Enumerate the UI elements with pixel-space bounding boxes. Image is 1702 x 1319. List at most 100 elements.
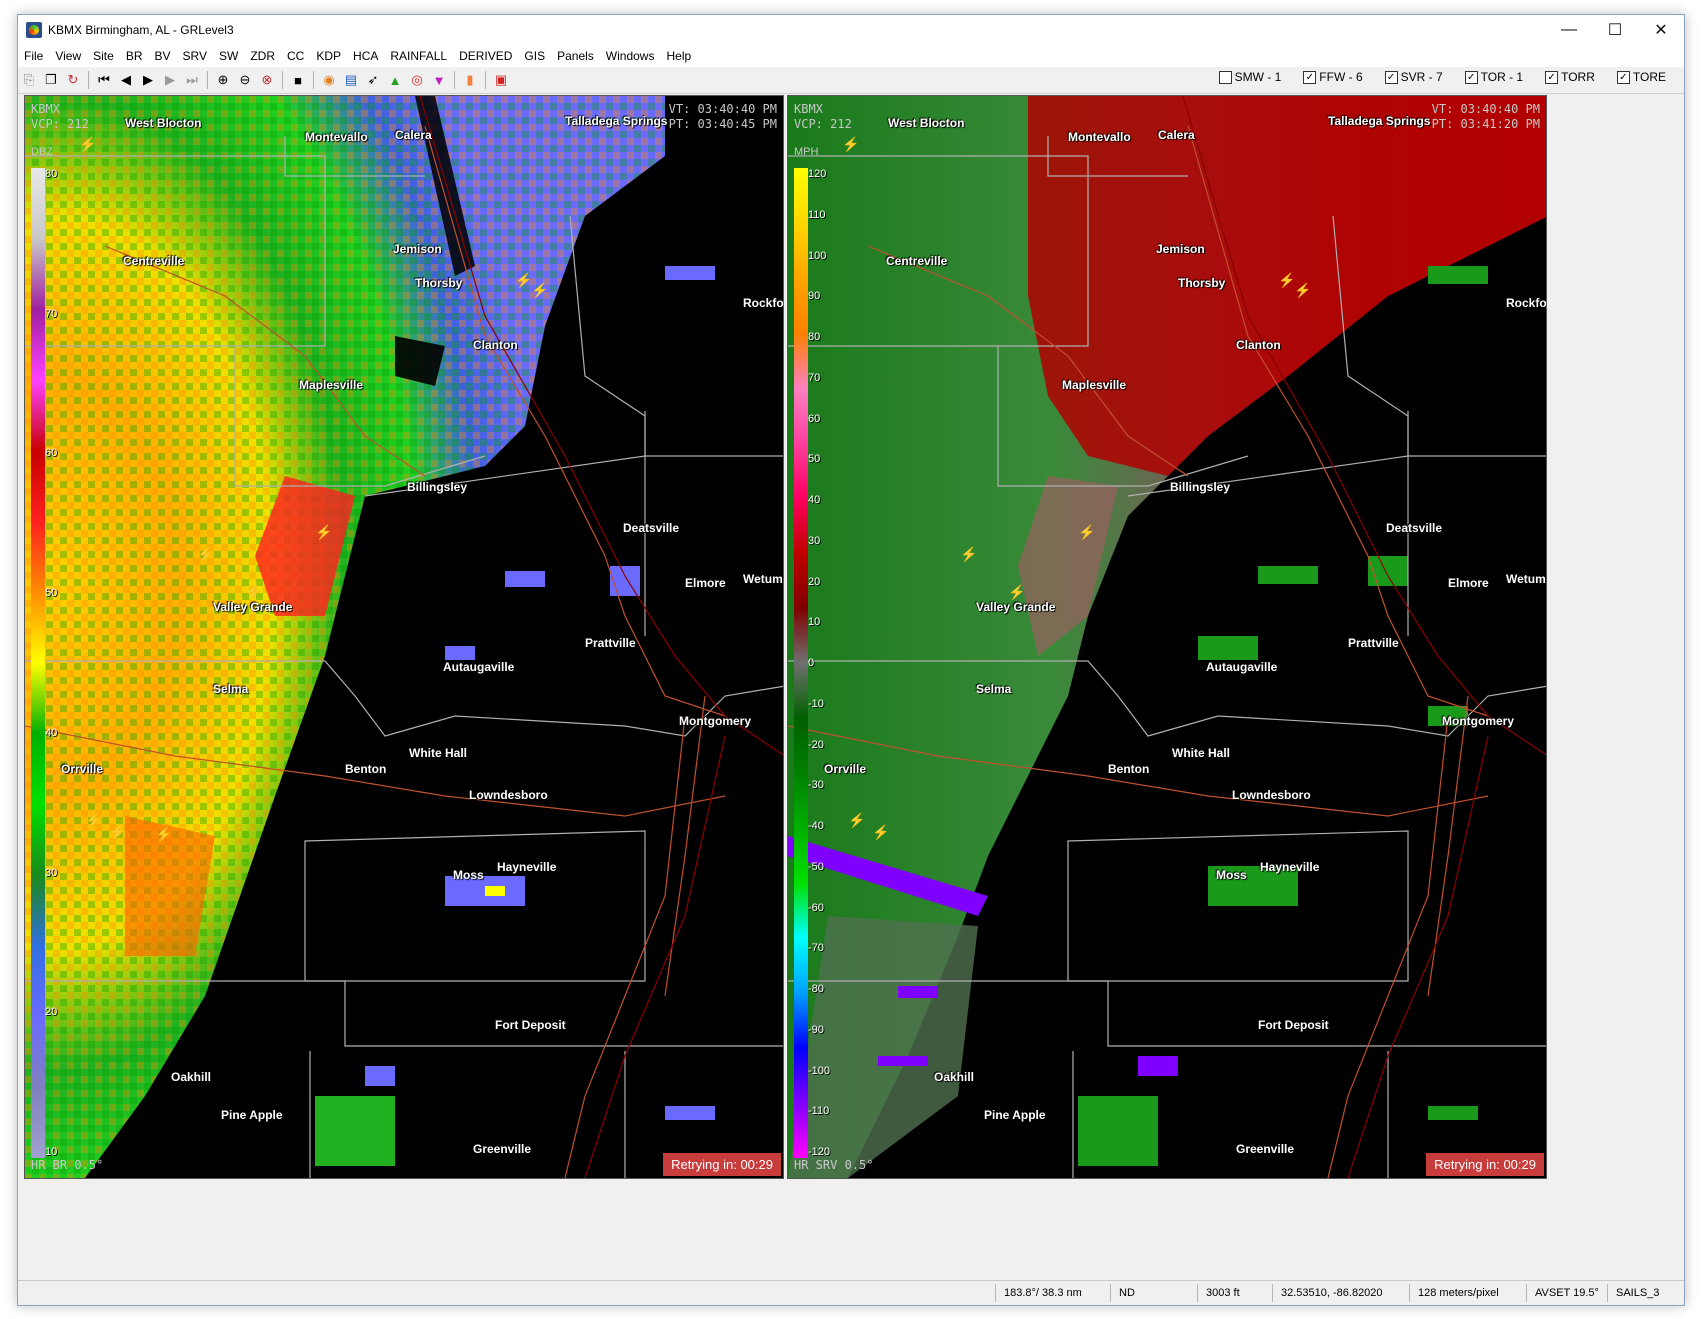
checkbox-checked-icon[interactable]: ✓ [1384, 70, 1398, 84]
warning-label: SMW - 1 [1234, 70, 1282, 84]
menu-zdr[interactable]: ZDR [244, 49, 281, 63]
warning-filter-tore[interactable]: ✓ TORE [1616, 70, 1666, 84]
city-label: Thorsby [1178, 276, 1226, 290]
menu-srv[interactable]: SRV [177, 49, 213, 63]
scale-tick-label: 50 [45, 587, 58, 600]
minimize-button[interactable]: — [1546, 15, 1592, 45]
stop-icon[interactable]: ■ [288, 70, 308, 90]
menu-windows[interactable]: Windows [600, 49, 661, 63]
scale-tick-label: 60 [808, 412, 821, 425]
menu-gis[interactable]: GIS [518, 49, 551, 63]
menu-derived[interactable]: DERIVED [453, 49, 518, 63]
city-label: Deatsville [623, 521, 680, 535]
menu-help[interactable]: Help [660, 49, 697, 63]
scale-tick-label: 70 [808, 371, 821, 384]
warning-filter-torr[interactable]: ✓ TORR [1545, 70, 1595, 84]
city-label: Autaugaville [443, 660, 515, 674]
checkbox-checked-icon[interactable]: ✓ [1303, 70, 1317, 84]
city-label: Benton [1108, 762, 1150, 776]
menu-bv[interactable]: BV [149, 49, 177, 63]
next-frame-icon[interactable]: ▶ [160, 70, 180, 90]
menu-sw[interactable]: SW [213, 49, 244, 63]
scale-tick-label: 0 [808, 657, 815, 669]
city-label: Clanton [1236, 338, 1281, 352]
menu-hca[interactable]: HCA [347, 49, 384, 63]
inverted-triangle-icon[interactable]: ▼ [429, 70, 449, 90]
menu-file[interactable]: File [18, 49, 49, 63]
scale-tick-label: -100 [808, 1064, 831, 1077]
menu-bar: File View Site BR BV SRV SW ZDR CC KDP H… [18, 45, 1684, 67]
zoom-out-icon[interactable]: ⊖ [235, 70, 255, 90]
record-icon[interactable]: ▣ [491, 70, 511, 90]
refresh-icon[interactable]: ↻ [63, 70, 83, 90]
circle-icon[interactable]: ◎ [407, 70, 427, 90]
menu-view[interactable]: View [49, 49, 87, 63]
color-table-icon[interactable]: ◉ [319, 70, 339, 90]
zoom-in-icon[interactable]: ⊕ [213, 70, 233, 90]
zoom-reset-icon[interactable]: ⊗ [257, 70, 277, 90]
layers-icon[interactable]: ▤ [341, 70, 361, 90]
reflectivity-panel[interactable]: KBMX VCP: 212 VT: 03:40:40 PM PT: 03:40:… [24, 95, 784, 1179]
city-label: Wetumpka [743, 572, 783, 586]
warning-label: TOR - 1 [1480, 70, 1524, 84]
status-value: ND [1110, 1284, 1197, 1302]
menu-panels[interactable]: Panels [551, 49, 600, 63]
city-label: Pine Apple [221, 1108, 283, 1122]
city-label: Maplesville [1062, 378, 1127, 392]
warning-filter-svr[interactable]: ✓ SVR - 7 [1384, 70, 1443, 84]
checkbox-checked-icon[interactable]: ✓ [1545, 70, 1559, 84]
site-id: KBMX [794, 102, 823, 116]
checkbox-checked-icon[interactable]: ✓ [1616, 70, 1630, 84]
play-icon[interactable]: ▶ [138, 70, 158, 90]
scale-tick-label: 30 [45, 866, 58, 879]
warning-label: FFW - 6 [1319, 70, 1363, 84]
city-label: Lowndesboro [469, 788, 548, 802]
scale-tick-label: -60 [808, 901, 824, 914]
city-label: Montgomery [679, 714, 751, 728]
city-label: Hayneville [497, 860, 557, 874]
warning-filter-ffw[interactable]: ✓ FFW - 6 [1303, 70, 1363, 84]
checkbox-icon[interactable] [1218, 70, 1232, 84]
title-bar: KBMX Birmingham, AL - GRLevel3 — ☐ ✕ [18, 15, 1684, 45]
scale-tick-label: -10 [808, 697, 824, 710]
city-label: White Hall [409, 746, 468, 760]
triangle-icon[interactable]: ▲ [385, 70, 405, 90]
marker-icon[interactable]: ▮ [460, 70, 480, 90]
lightning-icon: ⚡ [960, 546, 978, 562]
prev-frame-icon[interactable]: ◀ [116, 70, 136, 90]
city-label: Montgomery [1442, 714, 1514, 728]
menu-cc[interactable]: CC [281, 49, 310, 63]
valid-time: VT: 03:40:40 PM [668, 102, 777, 116]
dbz-color-scale [31, 168, 45, 1158]
product-time: PT: 03:41:20 PM [1431, 117, 1540, 131]
maximize-button[interactable]: ☐ [1592, 15, 1638, 45]
city-label: Benton [345, 762, 387, 776]
city-label: Centreville [886, 254, 948, 268]
scale-tick-label: 40 [45, 726, 58, 739]
city-label: Calera [1158, 128, 1195, 142]
mph-color-scale [794, 168, 808, 1158]
warning-filter-tor[interactable]: ✓ TOR - 1 [1464, 70, 1524, 84]
velocity-panel[interactable]: KBMX VCP: 212 VT: 03:40:40 PM PT: 03:41:… [787, 95, 1547, 1179]
menu-rainfall[interactable]: RAINFALL [384, 49, 453, 63]
scale-tick-label: 20 [808, 575, 821, 588]
menu-site[interactable]: Site [87, 49, 120, 63]
first-frame-icon[interactable]: ⏮ [94, 70, 114, 90]
city-label: Talladega Springs [565, 114, 668, 128]
lightning-icon: ⚡ [515, 272, 533, 288]
menu-br[interactable]: BR [120, 49, 149, 63]
city-label: Centreville [123, 254, 185, 268]
checkbox-checked-icon[interactable]: ✓ [1464, 70, 1478, 84]
last-frame-icon[interactable]: ⏭ [182, 70, 202, 90]
close-button[interactable]: ✕ [1638, 15, 1684, 45]
city-label: Montevallo [1068, 130, 1131, 144]
warning-filter-smw[interactable]: SMW - 1 [1218, 70, 1282, 84]
cursor-tool-icon[interactable]: ➶ [363, 70, 383, 90]
copy-icon[interactable]: ⎘ [19, 70, 39, 90]
clipboard-icon[interactable]: ❐ [41, 70, 61, 90]
scale-tick-label: -110 [808, 1105, 830, 1118]
toolbar-separator [313, 71, 314, 89]
scale-tick-label: -40 [808, 820, 824, 832]
menu-kdp[interactable]: KDP [310, 49, 347, 63]
status-sails: SAILS_3 [1607, 1284, 1684, 1302]
